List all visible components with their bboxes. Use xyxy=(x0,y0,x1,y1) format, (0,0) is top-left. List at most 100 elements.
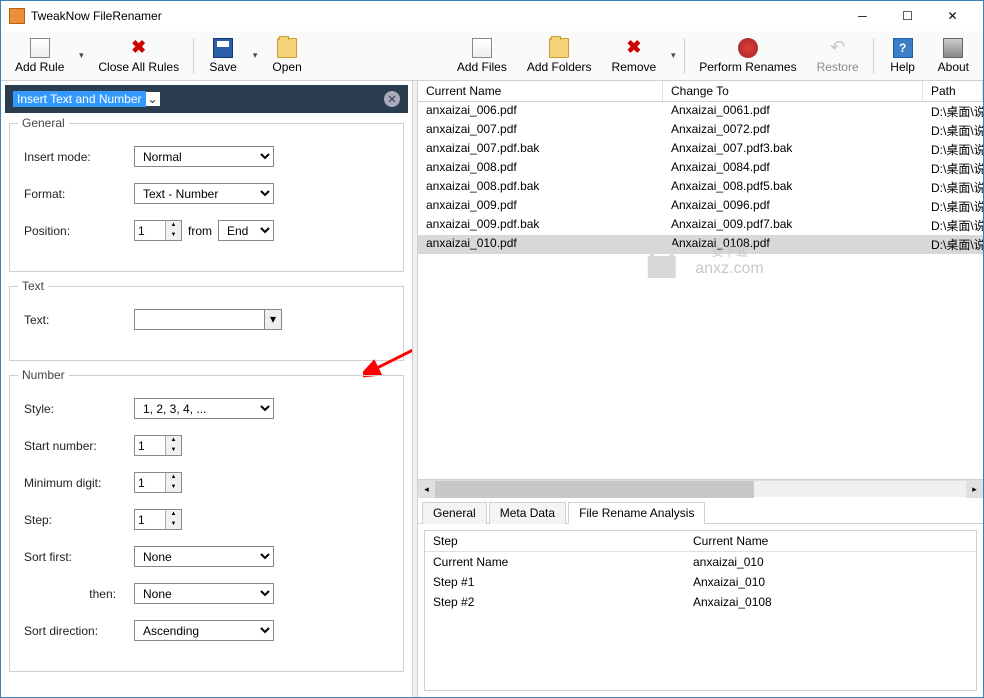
analysis-col-name[interactable]: Current Name xyxy=(685,531,976,551)
perform-renames-button[interactable]: Perform Renames xyxy=(689,33,806,79)
group-number: Number Style: 1, 2, 3, 4, ... Start numb… xyxy=(9,375,404,672)
file-row[interactable]: anxaizai_009.pdf.bakAnxaizai_009.pdf7.ba… xyxy=(418,216,983,235)
file-row[interactable]: anxaizai_007.pdfAnxaizai_0072.pdfD:\桌面\说 xyxy=(418,121,983,140)
start-number-spinner[interactable]: ▲▼ xyxy=(134,435,182,456)
file-row[interactable]: anxaizai_010.pdfAnxaizai_0108.pdfD:\桌面\说 xyxy=(418,235,983,254)
step-input[interactable] xyxy=(135,510,165,529)
col-current-name[interactable]: Current Name xyxy=(418,81,663,101)
then-label: then: xyxy=(24,587,134,601)
min-digit-input[interactable] xyxy=(135,473,165,492)
file-list-hscroll[interactable]: ◂ ▸ xyxy=(418,480,983,497)
add-rule-button[interactable]: Add Rule xyxy=(5,33,74,79)
file-change-to: Anxaizai_0108.pdf xyxy=(663,235,923,254)
analysis-col-step[interactable]: Step xyxy=(425,531,685,551)
file-row[interactable]: anxaizai_008.pdf.bakAnxaizai_008.pdf5.ba… xyxy=(418,178,983,197)
col-change-to[interactable]: Change To xyxy=(663,81,923,101)
tab-general[interactable]: General xyxy=(422,502,487,524)
style-select[interactable]: 1, 2, 3, 4, ... xyxy=(134,398,274,419)
help-icon: ? xyxy=(893,38,913,58)
file-name: anxaizai_007.pdf.bak xyxy=(418,140,663,159)
from-label: from xyxy=(188,224,212,238)
file-change-to: Anxaizai_0061.pdf xyxy=(663,102,923,121)
remove-button[interactable]: ✖ Remove xyxy=(602,33,667,79)
x-icon: ✖ xyxy=(129,38,149,58)
text-input[interactable] xyxy=(134,309,264,330)
close-all-label: Close All Rules xyxy=(98,60,179,74)
save-dropdown[interactable] xyxy=(248,33,262,79)
add-files-button[interactable]: Add Files xyxy=(447,33,517,79)
file-path: D:\桌面\说 xyxy=(923,178,983,197)
file-change-to: Anxaizai_0072.pdf xyxy=(663,121,923,140)
text-dropdown-button[interactable]: ▾ xyxy=(264,309,282,330)
rule-close-button[interactable]: ✕ xyxy=(384,91,400,107)
scroll-thumb[interactable] xyxy=(435,481,754,498)
scroll-left-button[interactable]: ◂ xyxy=(418,481,435,498)
scroll-right-button[interactable]: ▸ xyxy=(966,481,983,498)
file-row[interactable]: anxaizai_008.pdfAnxaizai_0084.pdfD:\桌面\说 xyxy=(418,159,983,178)
add-rule-dropdown[interactable] xyxy=(74,33,88,79)
col-path[interactable]: Path xyxy=(923,81,983,101)
then-select[interactable]: None xyxy=(134,583,274,604)
save-button[interactable]: Save xyxy=(198,33,248,79)
remove-label: Remove xyxy=(612,60,657,74)
app-icon xyxy=(9,8,25,24)
sort-first-select[interactable]: None xyxy=(134,546,274,567)
tab-meta-data[interactable]: Meta Data xyxy=(489,502,566,524)
add-rule-label: Add Rule xyxy=(15,60,64,74)
file-change-to: Anxaizai_009.pdf7.bak xyxy=(663,216,923,235)
maximize-button[interactable]: ☐ xyxy=(885,2,930,30)
add-files-label: Add Files xyxy=(457,60,507,74)
remove-icon: ✖ xyxy=(624,38,644,58)
group-text-title: Text xyxy=(18,279,48,293)
position-input[interactable] xyxy=(135,221,165,240)
file-row[interactable]: anxaizai_006.pdfAnxaizai_0061.pdfD:\桌面\说 xyxy=(418,102,983,121)
group-text: Text Text: ▾ xyxy=(9,286,404,361)
undo-icon: ↶ xyxy=(828,38,848,58)
rule-header: Insert Text and Number⌄ ✕ xyxy=(5,85,408,113)
close-button[interactable]: ✕ xyxy=(930,2,975,30)
about-label: About xyxy=(938,60,969,74)
file-row[interactable]: anxaizai_009.pdfAnxaizai_0096.pdfD:\桌面\说 xyxy=(418,197,983,216)
start-number-input[interactable] xyxy=(135,436,165,455)
folder-open-icon xyxy=(277,38,297,58)
file-add-icon xyxy=(472,38,492,58)
file-name: anxaizai_010.pdf xyxy=(418,235,663,254)
file-path: D:\桌面\说 xyxy=(923,216,983,235)
file-name: anxaizai_009.pdf xyxy=(418,197,663,216)
remove-dropdown[interactable] xyxy=(666,33,680,79)
about-icon xyxy=(943,38,963,58)
from-select[interactable]: End xyxy=(218,220,274,241)
position-up[interactable]: ▲ xyxy=(165,221,181,231)
help-button[interactable]: ? Help xyxy=(878,33,928,79)
minimize-button[interactable]: ─ xyxy=(840,2,885,30)
file-path: D:\桌面\说 xyxy=(923,197,983,216)
position-spinner[interactable]: ▲▼ xyxy=(134,220,182,241)
file-list[interactable]: Current Name Change To Path anxaizai_006… xyxy=(418,81,983,480)
position-label: Position: xyxy=(24,224,134,238)
tab-file-rename-analysis[interactable]: File Rename Analysis xyxy=(568,502,705,524)
position-down[interactable]: ▼ xyxy=(165,231,181,241)
help-label: Help xyxy=(890,60,915,74)
sort-direction-select[interactable]: Ascending xyxy=(134,620,274,641)
group-general-title: General xyxy=(18,116,69,130)
add-folders-button[interactable]: Add Folders xyxy=(517,33,602,79)
about-button[interactable]: About xyxy=(928,33,979,79)
min-digit-spinner[interactable]: ▲▼ xyxy=(134,472,182,493)
folder-add-icon xyxy=(549,38,569,58)
analysis-row: Step #2Anxaizai_0108 xyxy=(425,592,976,612)
text-label: Text: xyxy=(24,313,134,327)
insert-mode-label: Insert mode: xyxy=(24,150,134,164)
insert-mode-select[interactable]: Normal xyxy=(134,146,274,167)
open-label: Open xyxy=(272,60,301,74)
file-name: anxaizai_007.pdf xyxy=(418,121,663,140)
rule-type-dropdown[interactable]: Insert Text and Number xyxy=(13,91,146,107)
step-label: Step: xyxy=(24,513,134,527)
close-all-rules-button[interactable]: ✖ Close All Rules xyxy=(88,33,189,79)
format-select[interactable]: Text - Number xyxy=(134,183,274,204)
file-name: anxaizai_008.pdf.bak xyxy=(418,178,663,197)
style-label: Style: xyxy=(24,402,134,416)
open-button[interactable]: Open xyxy=(262,33,312,79)
file-row[interactable]: anxaizai_007.pdf.bakAnxaizai_007.pdf3.ba… xyxy=(418,140,983,159)
step-spinner[interactable]: ▲▼ xyxy=(134,509,182,530)
rule-type-caret[interactable]: ⌄ xyxy=(146,92,160,106)
